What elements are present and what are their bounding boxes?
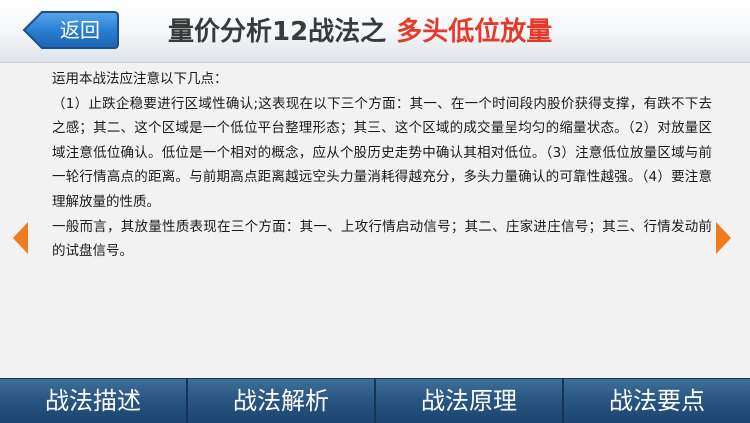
chevron-right-icon (716, 222, 731, 254)
chevron-left-icon (13, 222, 28, 254)
prev-page-button[interactable] (10, 220, 30, 256)
header-bar: 返回 量价分析12战法之 多头低位放量 (0, 0, 750, 63)
tab-analysis[interactable]: 战法解析 (188, 379, 376, 423)
tab-description[interactable]: 战法描述 (0, 379, 188, 423)
article-paragraph: 运用本战法应注意以下几点： (52, 71, 228, 87)
next-page-button[interactable] (714, 220, 734, 256)
article-body: 运用本战法应注意以下几点： （1）止跌企稳要进行区域性确认;这表现在以下三个方面… (52, 67, 712, 264)
page-title-main: 量价分析12战法之 (168, 17, 387, 47)
back-button[interactable]: 返回 (22, 10, 120, 50)
bottom-tab-bar: 战法描述 战法解析 战法原理 战法要点 (0, 378, 750, 423)
page-title-highlight: 多头低位放量 (396, 17, 553, 47)
article-paragraph: 一般而言，其放量性质表现在三个方面：其一、上攻行情启动信号；其二、庄家进庄信号；… (52, 218, 712, 260)
article-paragraph: （1）止跌企稳要进行区域性确认;这表现在以下三个方面：其一、在一个时间段内股价获… (52, 95, 712, 210)
tab-key-points[interactable]: 战法要点 (564, 379, 750, 423)
back-button-label: 返回 (60, 18, 100, 42)
tab-principle[interactable]: 战法原理 (376, 379, 564, 423)
page-title: 量价分析12战法之 多头低位放量 (168, 10, 552, 54)
